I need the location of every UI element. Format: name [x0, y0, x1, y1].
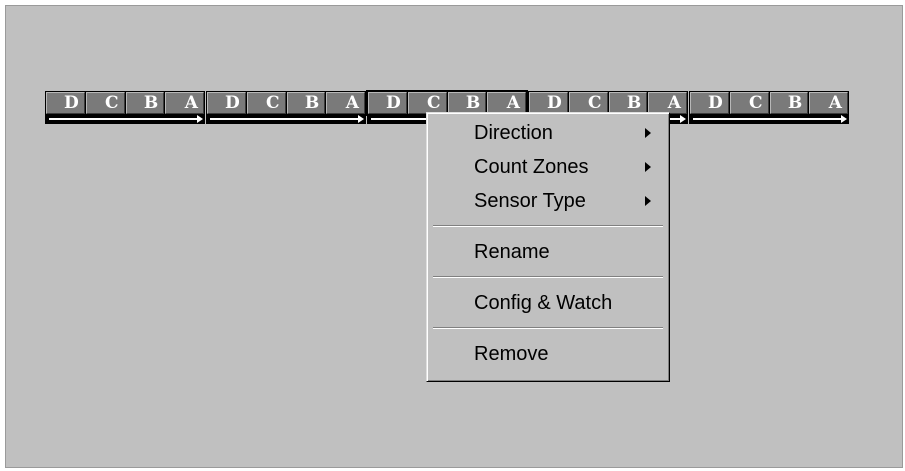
direction-line — [210, 118, 360, 120]
menu-item-remove[interactable]: Remove — [427, 337, 669, 371]
zone-c[interactable]: C — [729, 92, 769, 114]
sensor-zones: D C B A — [206, 91, 366, 115]
zone-a[interactable]: A — [487, 92, 526, 114]
menu-item-label: Sensor Type — [474, 190, 586, 212]
menu-item-sensor-type[interactable]: Sensor Type — [427, 184, 669, 218]
menu-separator — [433, 225, 663, 227]
sensor-zones: D C B A — [689, 91, 849, 115]
zone-a[interactable]: A — [648, 92, 687, 114]
zone-b[interactable]: B — [286, 92, 326, 114]
context-menu: Direction Count Zones Sensor Type Rename… — [426, 112, 670, 382]
direction-arrow-icon — [358, 115, 364, 123]
zone-a[interactable]: A — [809, 92, 848, 114]
menu-separator — [433, 276, 663, 278]
zone-c[interactable]: C — [85, 92, 125, 114]
submenu-arrow-icon — [645, 196, 651, 206]
zone-d[interactable]: D — [46, 92, 85, 114]
menu-item-label: Remove — [474, 343, 549, 365]
zone-c[interactable]: C — [246, 92, 286, 114]
direction-line — [49, 118, 199, 120]
menu-item-label: Direction — [474, 122, 553, 144]
sensor-canvas[interactable]: D C B A D C B A D C B A D C B A D C B A … — [5, 5, 903, 468]
direction-arrow-icon — [680, 115, 686, 123]
menu-item-count-zones[interactable]: Count Zones — [427, 150, 669, 184]
menu-separator — [433, 327, 663, 329]
direction-track — [45, 115, 205, 124]
menu-item-config-watch[interactable]: Config & Watch — [427, 286, 669, 320]
direction-track — [206, 115, 366, 124]
sensor-2[interactable]: D C B A — [206, 91, 366, 128]
direction-arrow-icon — [841, 115, 847, 123]
zone-a[interactable]: A — [326, 92, 365, 114]
sensor-5[interactable]: D C B A — [689, 91, 849, 128]
zone-d[interactable]: D — [529, 92, 568, 114]
submenu-arrow-icon — [645, 128, 651, 138]
menu-item-label: Rename — [474, 241, 550, 263]
zone-b[interactable]: B — [769, 92, 809, 114]
zone-c[interactable]: C — [407, 92, 447, 114]
direction-line — [693, 118, 843, 120]
sensor-zones: D C B A — [45, 91, 205, 115]
menu-item-direction[interactable]: Direction — [427, 116, 669, 150]
zone-d[interactable]: D — [368, 92, 407, 114]
direction-arrow-icon — [197, 115, 203, 123]
menu-item-label: Config & Watch — [474, 292, 613, 314]
zone-b[interactable]: B — [125, 92, 165, 114]
direction-track — [689, 115, 849, 124]
submenu-arrow-icon — [645, 162, 651, 172]
sensor-1[interactable]: D C B A — [45, 91, 205, 128]
zone-b[interactable]: B — [447, 92, 487, 114]
zone-d[interactable]: D — [690, 92, 729, 114]
zone-b[interactable]: B — [608, 92, 648, 114]
menu-item-label: Count Zones — [474, 156, 589, 178]
zone-a[interactable]: A — [165, 92, 204, 114]
zone-c[interactable]: C — [568, 92, 608, 114]
zone-d[interactable]: D — [207, 92, 246, 114]
menu-item-rename[interactable]: Rename — [427, 235, 669, 269]
